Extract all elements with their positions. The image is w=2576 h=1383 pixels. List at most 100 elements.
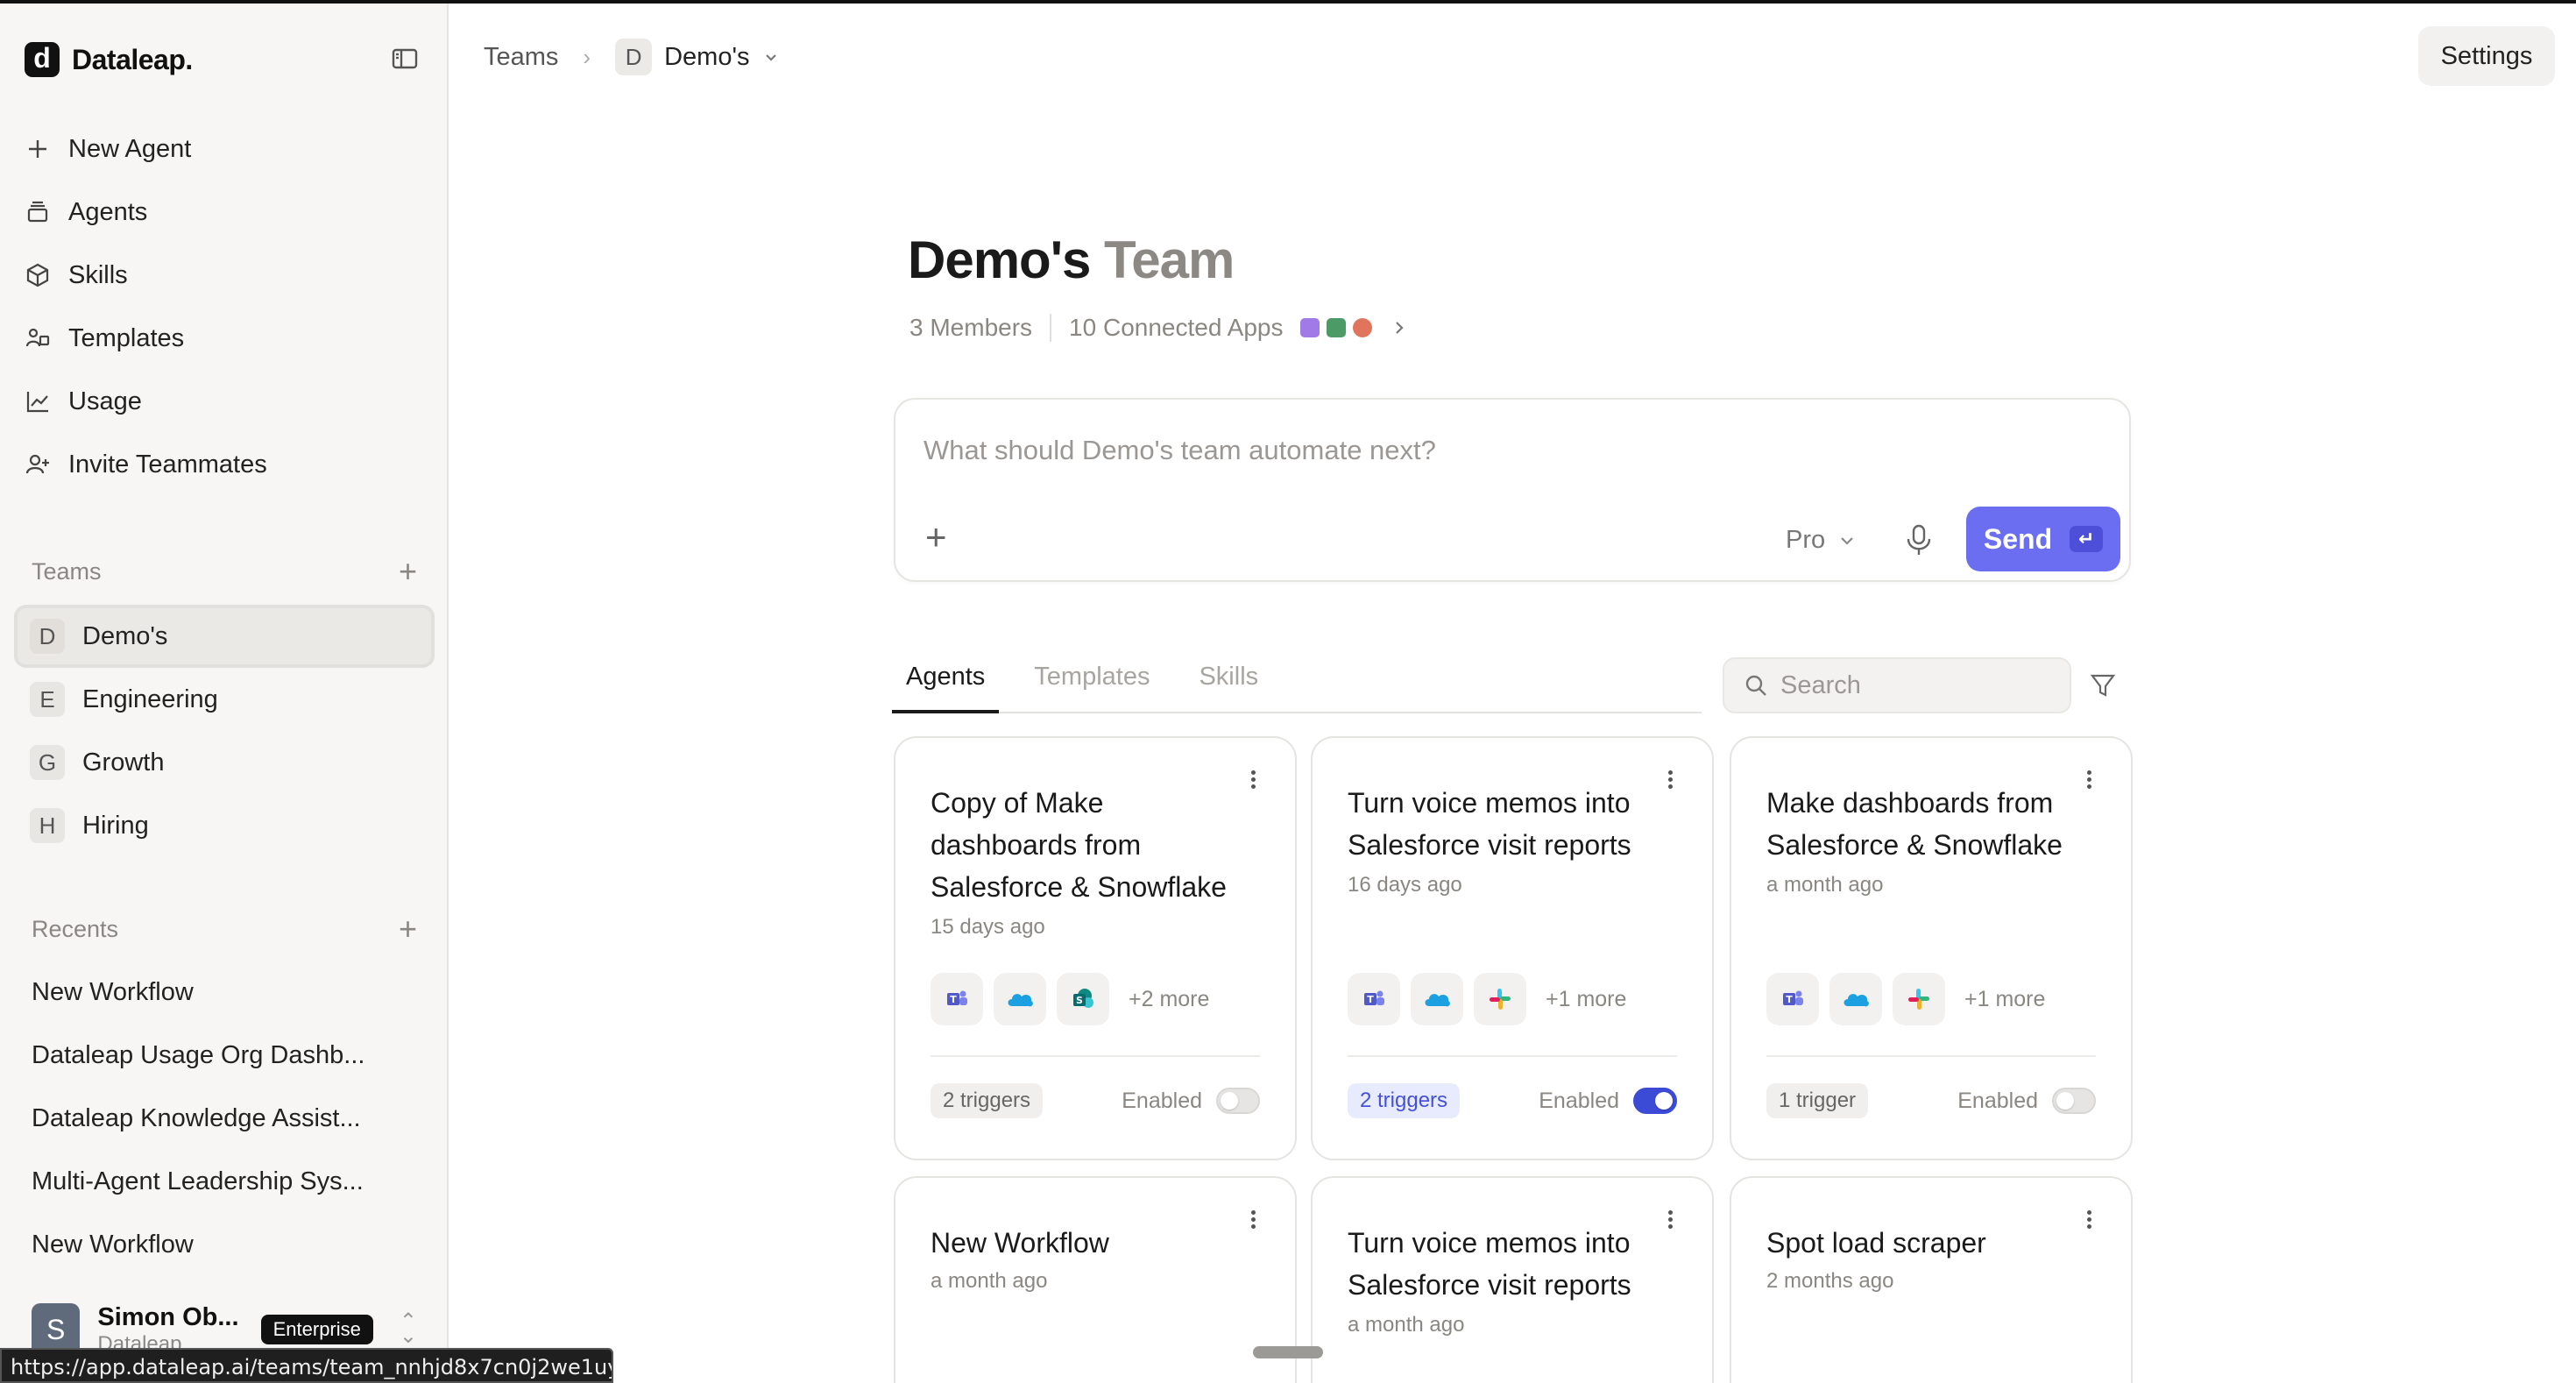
recent-item[interactable]: Dataleap Knowledge Assist...	[32, 1087, 417, 1150]
recent-item[interactable]: Dataleap Usage Org Dashb...	[32, 1024, 417, 1087]
breadcrumb-team-name: Demo's	[664, 42, 750, 71]
add-team-icon[interactable]: +	[399, 556, 417, 587]
enabled-label: Enabled	[1539, 1088, 1619, 1113]
card-title: Make dashboards from Salesforce & Snowfl…	[1766, 787, 2063, 861]
team-item-hiring[interactable]: H Hiring	[14, 794, 435, 857]
card-divider	[1348, 1055, 1677, 1057]
brand-logo: d	[25, 42, 60, 77]
templates-icon	[25, 328, 50, 347]
tab-templates[interactable]: Templates	[1020, 650, 1164, 713]
search-input[interactable]	[1780, 670, 2043, 700]
settings-button[interactable]: Settings	[2418, 26, 2555, 86]
brand[interactable]: d Dataleap.	[25, 40, 193, 79]
card-time: 16 days ago	[1348, 873, 1462, 897]
brand-name: Dataleap.	[72, 43, 193, 75]
team-name: Growth	[82, 748, 165, 777]
microphone-icon[interactable]	[1903, 522, 1935, 557]
teams-icon: T	[1766, 973, 1819, 1025]
enabled-control: Enabled	[1957, 1088, 2096, 1114]
connected-apps-count[interactable]: 10 Connected Apps	[1069, 314, 1283, 342]
connected-apps-icons[interactable]	[1300, 318, 1373, 337]
enabled-label: Enabled	[1957, 1088, 2038, 1113]
card-title: Spot load scraper	[1766, 1227, 1986, 1259]
model-select[interactable]: Pro	[1786, 526, 1857, 555]
chevron-right-icon: ›	[583, 43, 591, 70]
nav-templates[interactable]: Templates	[25, 307, 428, 370]
svg-text:T: T	[1367, 994, 1374, 1005]
divider	[1050, 314, 1052, 342]
agent-card[interactable]: Copy of Make dashboards from Salesforce …	[894, 736, 1297, 1160]
card-title: Turn voice memos into Salesforce visit r…	[1348, 787, 1631, 861]
agent-card[interactable]: Turn voice memos into Salesforce visit r…	[1311, 736, 1714, 1160]
breadcrumb: Teams › D Demo's	[484, 35, 780, 79]
nav-new-agent[interactable]: New Agent	[25, 117, 428, 181]
send-button[interactable]: Send ↵	[1966, 507, 2120, 571]
agent-card[interactable]: Make dashboards from Salesforce & Snowfl…	[1730, 736, 2133, 1160]
content-tabs: Agents Templates Skills	[892, 650, 1702, 713]
recent-item[interactable]: New Workflow	[32, 1213, 417, 1276]
app-icon-orange	[1353, 318, 1373, 337]
agent-card[interactable]: New Workflow a month ago	[894, 1176, 1297, 1383]
sidebar-toggle-icon[interactable]	[391, 46, 419, 72]
plan-badge: Enterprise	[260, 1315, 373, 1344]
recent-item[interactable]: Multi-Agent Leadership Sys...	[32, 1150, 417, 1213]
nav-agents[interactable]: Agents	[25, 181, 428, 244]
team-item-engineering[interactable]: E Engineering	[14, 668, 435, 731]
team-name: Hiring	[82, 811, 149, 840]
tab-agents[interactable]: Agents	[892, 650, 1000, 713]
teams-list: D Demo's E Engineering G Growth H Hiring	[14, 605, 435, 857]
agent-card[interactable]: Turn voice memos into Salesforce visit r…	[1311, 1176, 1714, 1383]
card-time: 15 days ago	[931, 915, 1045, 939]
team-item-demos[interactable]: D Demo's	[14, 605, 435, 668]
app-icon-purple	[1300, 318, 1320, 337]
members-count[interactable]: 3 Members	[909, 314, 1032, 342]
link-preview-statusbar: https://app.dataleap.ai/teams/team_nnhjd…	[0, 1348, 613, 1383]
user-plus-icon	[25, 454, 49, 474]
recents-list: New Workflow Dataleap Usage Org Dashb...…	[32, 961, 417, 1276]
recents-section-header: Recents +	[32, 913, 417, 945]
agent-card[interactable]: Spot load scraper 2 months ago	[1730, 1176, 2133, 1383]
nav-label: Usage	[68, 387, 142, 415]
triggers-badge[interactable]: 1 trigger	[1766, 1083, 1869, 1118]
attach-plus-icon[interactable]: +	[925, 519, 947, 556]
main-nav: New Agent Agents Skills Templates Usage …	[25, 117, 428, 496]
add-recent-icon[interactable]: +	[399, 913, 417, 945]
search-icon	[1745, 675, 1766, 696]
nav-usage[interactable]: Usage	[25, 370, 428, 433]
chevron-updown-icon: ⌃ ⌄	[399, 1309, 417, 1348]
team-badge: E	[30, 682, 65, 717]
search-box	[1723, 657, 2071, 713]
stack-icon	[27, 201, 48, 223]
team-item-growth[interactable]: G Growth	[14, 731, 435, 794]
chevron-right-icon[interactable]	[1390, 318, 1409, 337]
breadcrumb-team-switcher[interactable]: D Demo's	[615, 39, 779, 75]
enabled-toggle[interactable]	[2052, 1088, 2096, 1114]
plus-icon	[29, 140, 46, 158]
card-divider	[931, 1055, 1260, 1057]
enabled-toggle[interactable]	[1216, 1088, 1260, 1114]
triggers-badge[interactable]: 2 triggers	[931, 1083, 1044, 1118]
chevron-down-icon	[765, 54, 776, 61]
send-label: Send	[1983, 522, 2053, 555]
tab-skills[interactable]: Skills	[1185, 650, 1272, 713]
enabled-control: Enabled	[1539, 1088, 1677, 1114]
card-time: a month ago	[931, 1269, 1048, 1293]
filter-icon[interactable]	[2089, 671, 2117, 699]
chart-icon	[26, 392, 48, 413]
nav-label: Agents	[68, 197, 148, 226]
title-team-name: Demo's	[908, 230, 1091, 289]
card-title: New Workflow	[931, 1227, 1109, 1259]
team-badge: H	[30, 808, 65, 843]
recents-section-label: Recents	[32, 915, 119, 942]
nav-label: New Agent	[68, 134, 192, 163]
enabled-toggle[interactable]	[1633, 1088, 1677, 1114]
prompt-input[interactable]	[924, 435, 2063, 466]
triggers-badge[interactable]: 2 triggers	[1348, 1083, 1461, 1118]
svg-text:T: T	[950, 994, 957, 1005]
scroll-indicator[interactable]	[1253, 1346, 1323, 1358]
nav-invite-teammates[interactable]: Invite Teammates	[25, 433, 428, 496]
recent-item[interactable]: New Workflow	[32, 961, 417, 1024]
nav-skills[interactable]: Skills	[25, 244, 428, 307]
breadcrumb-teams[interactable]: Teams	[484, 43, 558, 72]
teams-section-label: Teams	[32, 557, 102, 585]
